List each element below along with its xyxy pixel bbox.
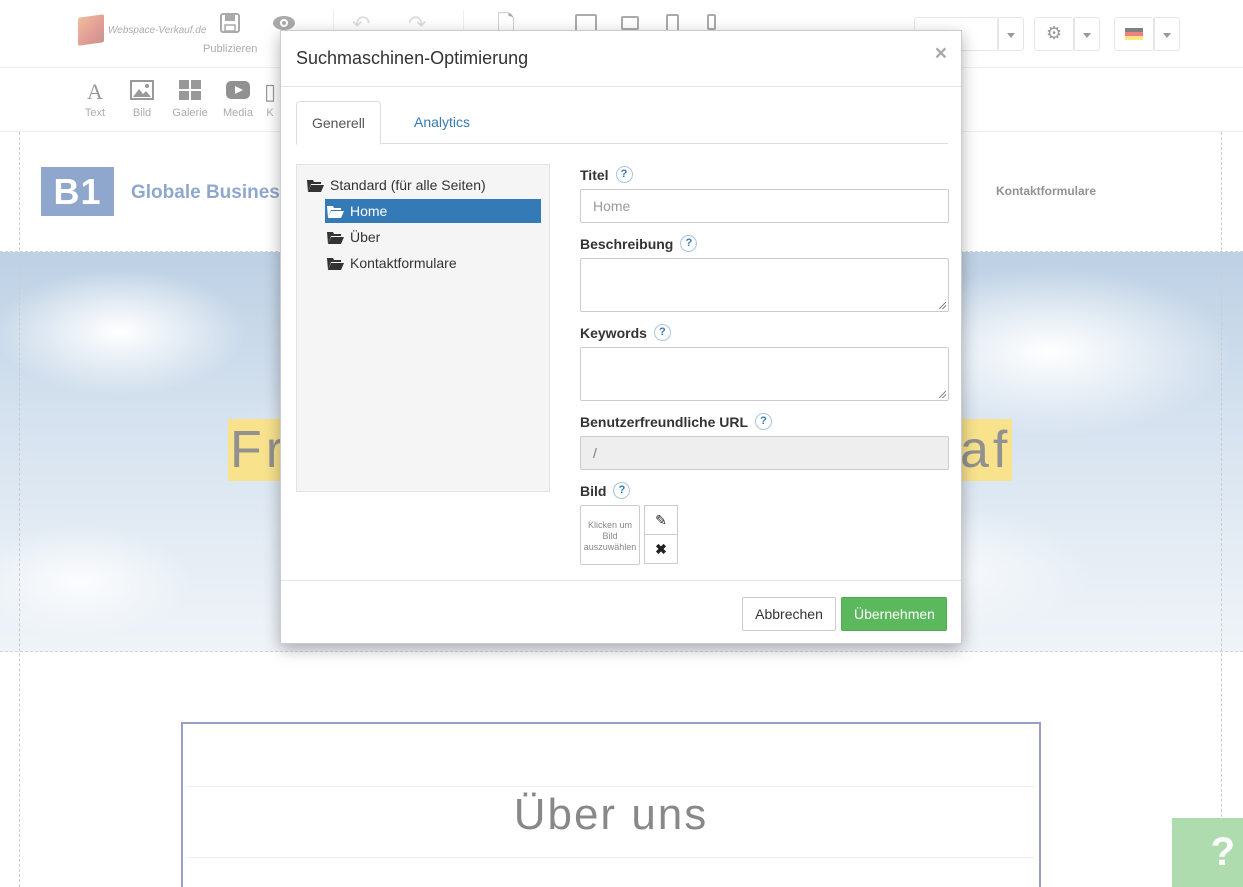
- close-icon: ✖: [655, 541, 667, 557]
- url-label-text: Benutzerfreundliche URL: [580, 413, 749, 430]
- modal-title: Suchmaschinen-Optimierung: [296, 48, 529, 68]
- help-icon[interactable]: ?: [653, 324, 671, 341]
- description-label-text: Beschreibung: [580, 235, 674, 252]
- title-label: Titel ?: [580, 166, 633, 183]
- tab-generell[interactable]: Generell: [296, 101, 381, 145]
- modal-tabs: Generell Analytics: [296, 101, 948, 145]
- tree-item-standard[interactable]: Standard (für alle Seiten): [305, 173, 486, 197]
- image-label: Bild ?: [580, 482, 631, 499]
- description-label: Beschreibung ?: [580, 235, 698, 252]
- folder-open-icon: [307, 179, 324, 192]
- apply-button[interactable]: Übernehmen: [841, 597, 947, 631]
- help-icon[interactable]: ?: [615, 166, 633, 183]
- modal-footer: Abbrechen Übernehmen: [281, 580, 961, 643]
- help-icon[interactable]: ?: [613, 482, 631, 499]
- remove-image-button[interactable]: ✖: [644, 534, 678, 564]
- folder-open-icon: [327, 257, 344, 270]
- description-textarea[interactable]: [580, 258, 949, 312]
- tree-item-home[interactable]: Home: [325, 199, 541, 223]
- folder-open-icon: [327, 205, 344, 218]
- tree-item-label: Standard (für alle Seiten): [330, 177, 486, 193]
- tree-item-ueber[interactable]: Über: [325, 225, 380, 249]
- title-input[interactable]: Home: [580, 189, 949, 223]
- tree-item-kontaktformulare[interactable]: Kontaktformulare: [325, 251, 457, 275]
- folder-open-icon: [327, 231, 344, 244]
- url-label: Benutzerfreundliche URL ?: [580, 413, 773, 430]
- tree-item-label: Kontaktformulare: [350, 255, 457, 271]
- modal-header: Suchmaschinen-Optimierung ×: [281, 31, 961, 87]
- tree-item-label: Home: [350, 203, 388, 219]
- title-label-text: Titel: [580, 166, 609, 183]
- help-icon[interactable]: ?: [755, 413, 773, 430]
- cancel-button[interactable]: Abbrechen: [742, 597, 836, 631]
- tree-item-label: Über: [350, 229, 381, 245]
- close-icon[interactable]: ×: [935, 43, 947, 64]
- seo-modal: Suchmaschinen-Optimierung × Generell Ana…: [280, 30, 962, 644]
- keywords-label: Keywords ?: [580, 324, 671, 341]
- url-input: /: [580, 436, 949, 470]
- tab-analytics[interactable]: Analytics: [399, 101, 485, 144]
- keywords-textarea[interactable]: [580, 347, 949, 401]
- page-tree: Standard (für alle Seiten) Home Über Kon…: [296, 164, 550, 492]
- pencil-icon: ✎: [655, 512, 667, 528]
- edit-image-button[interactable]: ✎: [644, 505, 678, 535]
- help-icon[interactable]: ?: [680, 235, 698, 252]
- keywords-label-text: Keywords: [580, 324, 647, 341]
- image-label-text: Bild: [580, 482, 607, 499]
- image-picker[interactable]: Klicken um Bild auszuwählen: [580, 505, 640, 565]
